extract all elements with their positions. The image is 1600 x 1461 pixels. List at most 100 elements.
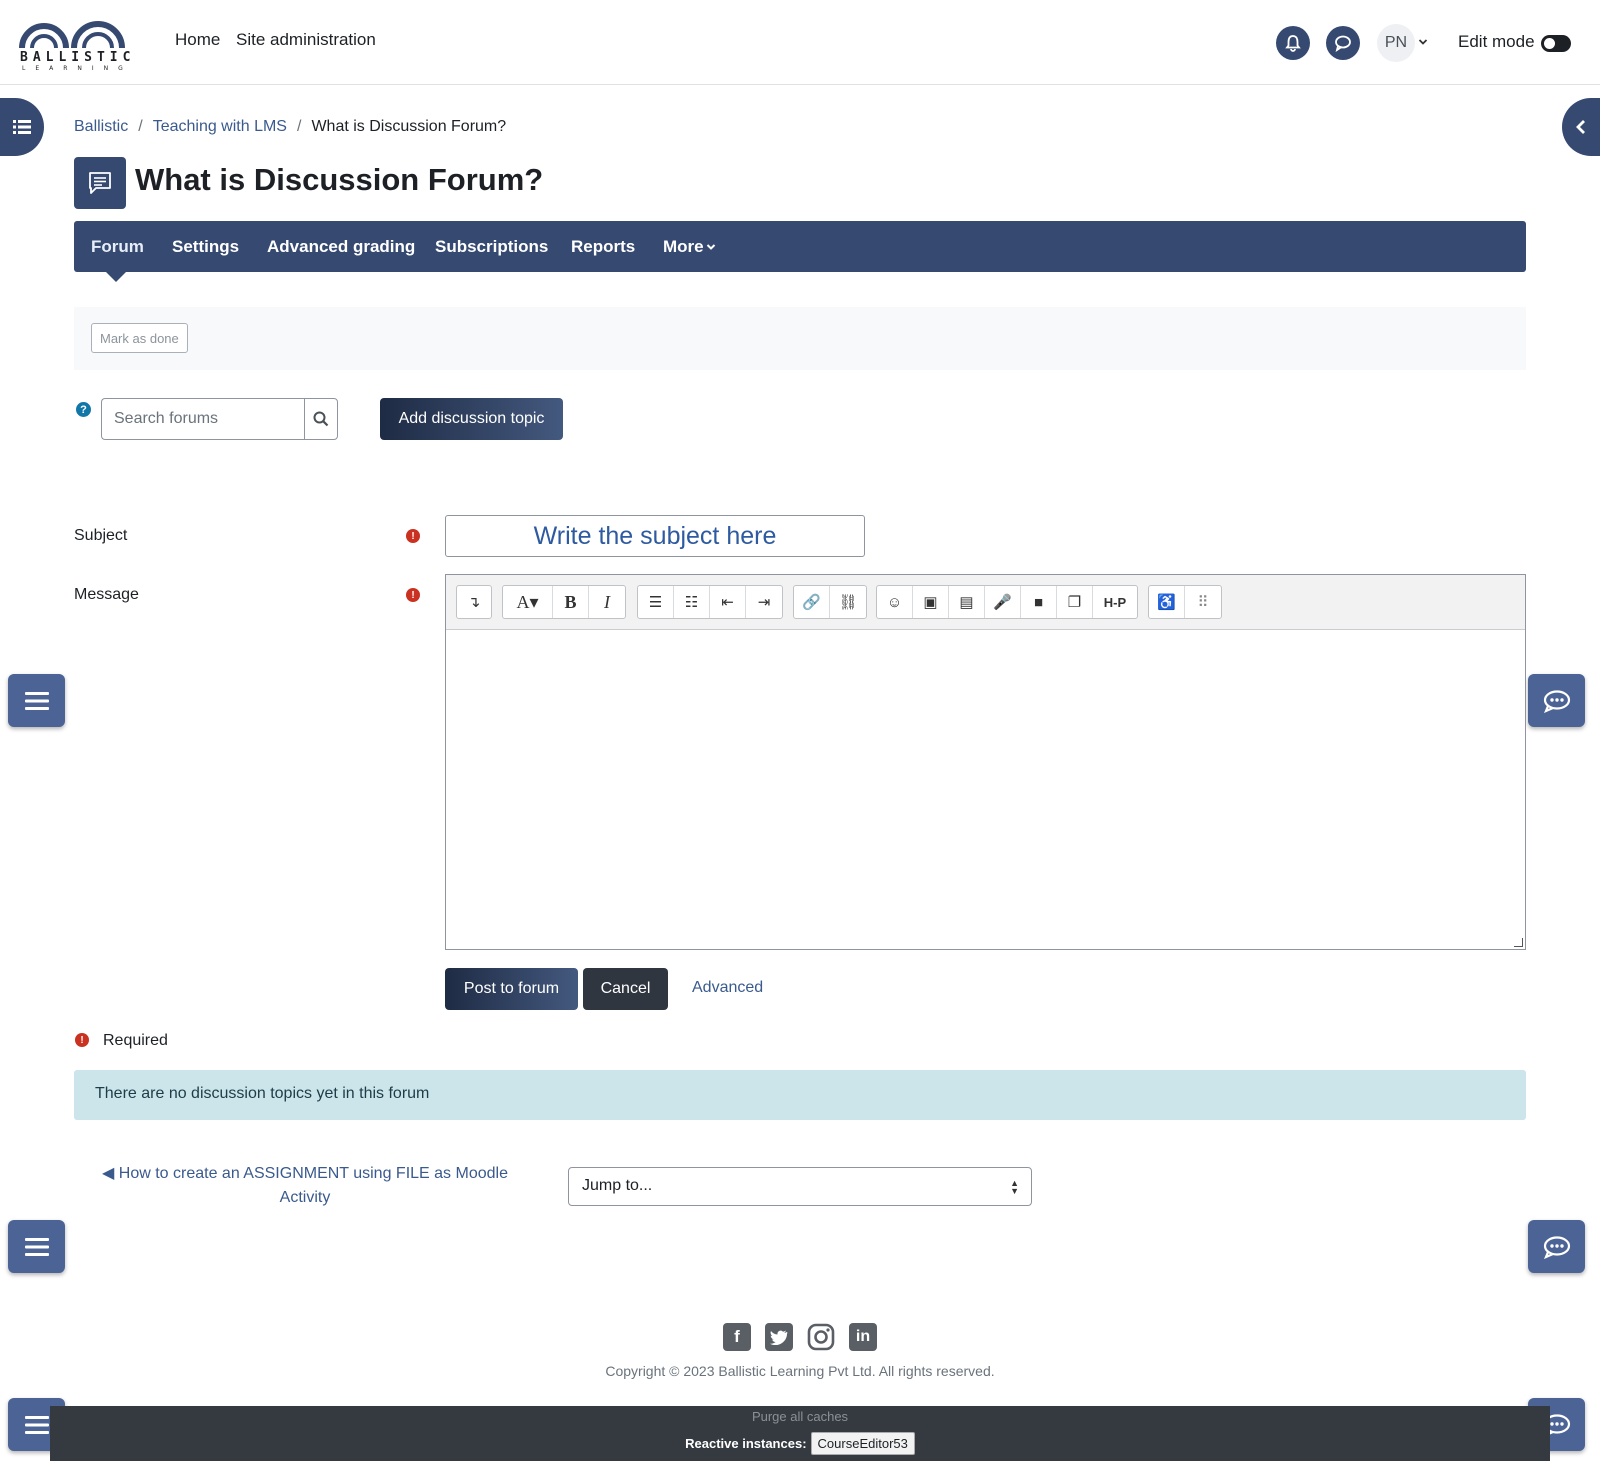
reactive-instance-button[interactable]: CourseEditor53 <box>810 1432 915 1455</box>
toolbar-group: ♿ ⠿ <box>1148 585 1222 619</box>
purge-caches-link[interactable]: Purge all caches <box>50 1409 1550 1424</box>
twitter-icon[interactable] <box>765 1323 793 1351</box>
forum-icon <box>89 172 111 194</box>
user-initials: PN <box>1384 34 1408 51</box>
instagram-icon[interactable] <box>807 1323 835 1351</box>
tab-more[interactable]: More <box>663 237 704 257</box>
tab-reports[interactable]: Reports <box>571 237 635 257</box>
search-forums-input[interactable] <box>101 398 305 440</box>
resize-handle[interactable] <box>1514 938 1523 947</box>
chevron-down-icon[interactable] <box>1418 38 1428 46</box>
bell-icon <box>1285 35 1301 52</box>
breadcrumb: Ballistic / Teaching with LMS / What is … <box>74 118 506 136</box>
breadcrumb-separator: / <box>296 118 302 135</box>
advanced-link[interactable]: Advanced <box>692 979 763 997</box>
secondary-navigation: Forum Settings Advanced grading Subscrip… <box>74 221 1526 272</box>
chat-bubble-icon <box>1335 35 1351 52</box>
block-drawer-button[interactable] <box>1562 98 1600 156</box>
reactive-instances-label: Reactive instances: <box>685 1436 807 1451</box>
twitter-bird-shape <box>770 1330 788 1345</box>
media-file-icon[interactable]: ▤ <box>949 586 985 618</box>
required-icon: ! <box>75 1033 89 1047</box>
reactive-instances: Reactive instances: CourseEditor53 <box>50 1432 1550 1455</box>
message-editor: ↴ A▾ B I ☰ ☷ ⇤ ⇥ 🔗 ⛓ ☺ ▣ ▤ 🎤 ■ ❐ H-P ♿ ⠿ <box>445 574 1526 950</box>
subject-label: Subject <box>74 527 128 544</box>
editor-toolbar: ↴ A▾ B I ☰ ☷ ⇤ ⇥ 🔗 ⛓ ☺ ▣ ▤ 🎤 ■ ❐ H-P ♿ ⠿ <box>446 575 1525 630</box>
search-submit-button[interactable] <box>304 398 338 440</box>
manage-files-icon[interactable]: ❐ <box>1057 586 1093 618</box>
page-title: What is Discussion Forum? <box>135 162 544 197</box>
breadcrumb-item-course[interactable]: Teaching with LMS <box>153 118 287 136</box>
breadcrumb-separator: / <box>138 118 143 135</box>
brand-tagline: LEARNING <box>22 65 133 72</box>
hamburger-icon <box>24 691 49 710</box>
hamburger-icon <box>24 1415 49 1434</box>
record-audio-icon[interactable]: 🎤 <box>985 586 1021 618</box>
linkedin-icon[interactable]: in <box>849 1323 877 1351</box>
mark-as-done-button[interactable]: Mark as done <box>91 323 188 353</box>
accessibility-checker-icon[interactable]: ♿ <box>1149 586 1185 618</box>
edit-mode-label: Edit mode <box>1458 32 1535 51</box>
floating-chat-button[interactable] <box>1528 1220 1585 1273</box>
list-icon <box>13 120 31 134</box>
nav-site-admin-link[interactable]: Site administration <box>236 30 376 50</box>
brand-logo[interactable]: BALLISTIC LEARNING <box>18 10 130 74</box>
toolbar-group: ☺ ▣ ▤ 🎤 ■ ❐ H-P <box>876 585 1138 619</box>
forum-activity-icon <box>74 157 126 209</box>
edit-mode-toggle[interactable] <box>1541 35 1571 52</box>
facebook-icon[interactable]: f <box>723 1323 751 1351</box>
select-arrows-icon: ▲ ▼ <box>1010 1178 1019 1196</box>
copyright-text: Copyright © 2023 Ballistic Learning Pvt … <box>605 1363 995 1379</box>
unordered-list-icon[interactable]: ☰ <box>638 586 674 618</box>
active-tab-indicator <box>105 271 127 282</box>
course-index-drawer-button[interactable] <box>0 98 44 156</box>
jump-to-select[interactable]: Jump to... ▲ ▼ <box>568 1167 1032 1206</box>
floating-chat-button[interactable] <box>1528 674 1585 727</box>
screenreader-helper-icon[interactable]: ⠿ <box>1185 586 1221 618</box>
emoji-icon[interactable]: ☺ <box>877 586 913 618</box>
tab-advanced-grading[interactable]: Advanced grading <box>267 237 415 257</box>
required-note: Required <box>103 1032 168 1049</box>
italic-icon[interactable]: I <box>589 586 625 618</box>
messages-button[interactable] <box>1326 26 1360 60</box>
post-to-forum-button[interactable]: Post to forum <box>445 968 578 1010</box>
chevron-left-icon <box>1576 120 1585 134</box>
ordered-list-icon[interactable]: ☷ <box>674 586 710 618</box>
help-icon[interactable]: ? <box>76 402 91 417</box>
chat-dots-icon <box>1543 689 1570 713</box>
top-navbar: BALLISTIC LEARNING Home Site administrat… <box>0 0 1600 85</box>
indent-icon[interactable]: ⇥ <box>746 586 782 618</box>
subject-input[interactable] <box>445 515 865 557</box>
user-avatar[interactable]: PN <box>1377 24 1415 62</box>
outdent-icon[interactable]: ⇤ <box>710 586 746 618</box>
instagram-shape <box>807 1323 835 1351</box>
floating-menu-button[interactable] <box>8 1220 65 1273</box>
record-video-icon[interactable]: ■ <box>1021 586 1057 618</box>
link-icon[interactable]: 🔗 <box>794 586 830 618</box>
h5p-icon[interactable]: H-P <box>1093 586 1137 618</box>
required-icon: ! <box>406 529 420 543</box>
bold-icon[interactable]: B <box>553 586 589 618</box>
message-label: Message <box>74 586 139 603</box>
breadcrumb-item-ballistic[interactable]: Ballistic <box>74 118 128 136</box>
image-icon[interactable]: ▣ <box>913 586 949 618</box>
chevron-down-icon[interactable] <box>706 243 716 251</box>
previous-activity-link[interactable]: ◀ How to create an ASSIGNMENT using FILE… <box>100 1162 510 1210</box>
notifications-button[interactable] <box>1276 26 1310 60</box>
tab-subscriptions[interactable]: Subscriptions <box>435 237 548 257</box>
font-style-icon[interactable]: A▾ <box>503 586 553 618</box>
required-icon: ! <box>406 588 420 602</box>
search-icon <box>313 411 329 427</box>
brand-name: BALLISTIC <box>20 50 136 65</box>
tab-forum[interactable]: Forum <box>91 237 144 257</box>
cancel-button[interactable]: Cancel <box>583 968 668 1010</box>
tab-settings[interactable]: Settings <box>172 237 239 257</box>
floating-menu-button[interactable] <box>8 674 65 727</box>
message-text-area[interactable] <box>446 630 1525 949</box>
toolbar-toggle-icon[interactable]: ↴ <box>457 586 491 618</box>
unlink-icon[interactable]: ⛓ <box>830 586 866 618</box>
nav-home-link[interactable]: Home <box>175 30 220 50</box>
breadcrumb-item-current: What is Discussion Forum? <box>311 118 507 135</box>
add-discussion-topic-button[interactable]: Add discussion topic <box>380 398 563 440</box>
footer-bar: Purge all caches Reactive instances: Cou… <box>50 1406 1550 1461</box>
